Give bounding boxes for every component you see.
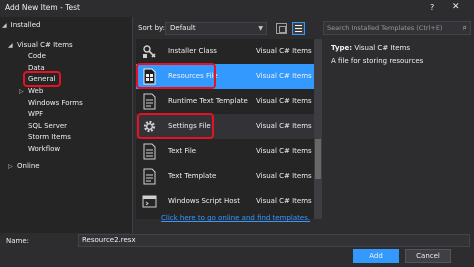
category-tree: ◢ Installed ◢ Visual C# Items Code Data …	[0, 17, 133, 233]
template-language: Visual C# Items	[256, 72, 312, 80]
template-name: Runtime Text Template	[168, 97, 248, 105]
template-language: Visual C# Items	[256, 122, 312, 130]
tree-node-workflow[interactable]: Workflow	[28, 145, 60, 153]
tree-node-windows-forms[interactable]: Windows Forms	[28, 99, 83, 107]
template-row-text-template[interactable]: Text Template Visual C# Items	[136, 164, 316, 189]
tree-node-wpf[interactable]: WPF	[28, 110, 43, 118]
type-value: Visual C# Items	[354, 44, 410, 52]
search-icon[interactable]: ⌕	[463, 23, 467, 33]
template-description: A file for storing resources	[331, 57, 424, 65]
tree-node-visual-csharp-items[interactable]: Visual C# Items	[17, 41, 73, 49]
template-scrollbar[interactable]	[314, 39, 322, 219]
template-name: Text Template	[168, 172, 217, 180]
template-name: Windows Script Host	[168, 197, 240, 205]
template-row-windows-script-host[interactable]: Windows Script Host Visual C# Items	[136, 189, 316, 214]
tree-node-online[interactable]: Online	[17, 162, 40, 170]
tree-node-installed[interactable]: ◢ Installed	[2, 21, 40, 29]
template-pane: Sort by: Default ▼ Installer Class Visua…	[136, 17, 322, 233]
tree-node-sql-server[interactable]: SQL Server	[28, 122, 67, 130]
sort-value: Default	[170, 24, 196, 32]
type-line: Type: Visual C# Items	[331, 44, 410, 52]
name-field[interactable]: Resource2.resx	[78, 234, 470, 247]
collapse-arrow-icon[interactable]: ◢	[8, 42, 13, 49]
expand-arrow-icon[interactable]: ▷	[19, 88, 24, 95]
title-bar: Add New Item - Test ? ✕	[0, 0, 474, 16]
collapse-arrow-icon[interactable]: ◢	[2, 22, 7, 29]
template-list: Installer Class Visual C# Items Resource…	[136, 39, 322, 219]
search-placeholder: Search Installed Templates (Ctrl+E)	[327, 24, 443, 32]
template-language: Visual C# Items	[256, 47, 312, 55]
resources-file-callout	[136, 63, 216, 89]
tree-node-web[interactable]: Web	[28, 87, 43, 95]
template-row-runtime-text-template[interactable]: Runtime Text Template Visual C# Items	[136, 89, 316, 114]
scrollbar-thumb[interactable]	[315, 139, 321, 179]
footer: Name: Resource2.resx Add Cancel	[0, 233, 474, 267]
template-language: Visual C# Items	[256, 147, 312, 155]
search-input[interactable]: Search Installed Templates (Ctrl+E) ⌕	[323, 21, 471, 35]
online-templates-link[interactable]: Click here to go online and find templat…	[161, 214, 310, 222]
help-button[interactable]: ?	[430, 3, 434, 12]
details-pane: Search Installed Templates (Ctrl+E) ⌕ Ty…	[323, 17, 474, 233]
template-language: Visual C# Items	[256, 97, 312, 105]
name-label: Name:	[6, 237, 30, 245]
text-file-icon	[143, 143, 156, 160]
template-row-installer-class[interactable]: Installer Class Visual C# Items	[136, 39, 316, 64]
text-template-icon	[143, 168, 156, 185]
chevron-down-icon: ▼	[258, 25, 263, 32]
settings-file-callout	[137, 113, 214, 139]
tree-node-code[interactable]: Code	[28, 52, 46, 60]
text-template-icon	[143, 93, 156, 110]
list-view-icon[interactable]	[292, 22, 305, 35]
template-language: Visual C# Items	[256, 172, 312, 180]
tree-node-storm-items[interactable]: Storm Items	[28, 133, 71, 141]
tree-label-installed: Installed	[10, 21, 41, 29]
template-name: Installer Class	[168, 47, 217, 55]
expand-arrow-icon[interactable]: ▷	[8, 163, 13, 170]
window-title: Add New Item - Test	[5, 3, 80, 12]
type-label: Type:	[331, 44, 353, 52]
cancel-button[interactable]: Cancel	[405, 249, 451, 263]
sort-toolbar: Sort by: Default ▼	[136, 22, 322, 36]
template-row-text-file[interactable]: Text File Visual C# Items	[136, 139, 316, 164]
installer-icon	[143, 45, 156, 58]
template-language: Visual C# Items	[256, 197, 312, 205]
add-button[interactable]: Add	[353, 249, 399, 263]
sort-label: Sort by:	[138, 24, 166, 32]
general-callout	[23, 71, 61, 87]
template-name: Text File	[168, 147, 197, 155]
close-button[interactable]: ✕	[452, 2, 460, 12]
tile-view-icon[interactable]	[276, 23, 287, 34]
script-icon	[142, 195, 157, 208]
sort-dropdown[interactable]: Default ▼	[165, 22, 267, 35]
